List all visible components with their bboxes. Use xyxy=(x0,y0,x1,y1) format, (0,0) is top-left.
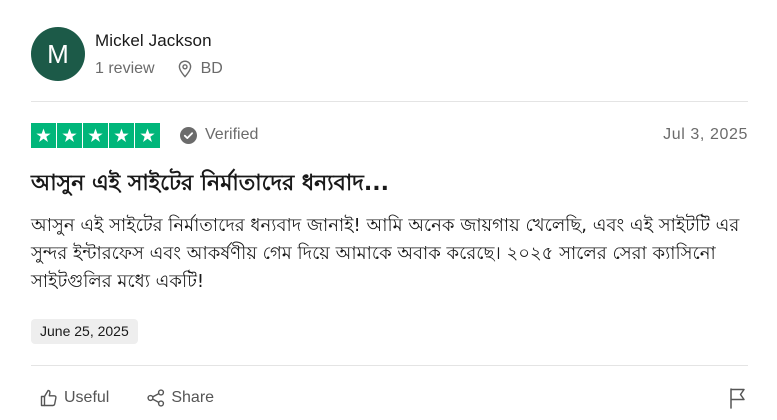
verified-check-icon xyxy=(180,126,197,144)
star-icon xyxy=(135,122,160,148)
star-rating xyxy=(31,122,160,148)
star-icon xyxy=(57,122,82,148)
thumbs-up-icon xyxy=(39,388,59,408)
reviewer-country: BD xyxy=(200,59,223,77)
share-icon xyxy=(146,388,166,408)
reviewer-meta: 1 review BD xyxy=(95,60,223,78)
star-icon xyxy=(83,122,108,148)
review-date: Jul 3, 2025 xyxy=(663,126,748,143)
useful-button[interactable]: Useful xyxy=(31,388,109,408)
review-title[interactable]: আসুন এই সাইটের নির্মাতাদের ধন্যবাদ... xyxy=(31,166,748,203)
star-icon xyxy=(31,122,56,148)
share-label: Share xyxy=(171,389,215,406)
share-button[interactable]: Share xyxy=(138,388,214,408)
location-pin-icon xyxy=(177,59,193,78)
verified-label: Verified xyxy=(205,126,259,143)
reviewer-name[interactable]: Mickel Jackson xyxy=(95,31,223,51)
rating-row: Verified Jul 3, 2025 xyxy=(31,122,748,148)
review-count: 1 review xyxy=(95,59,155,77)
star-icon xyxy=(109,122,134,148)
review-body: আসুন এই সাইটের নির্মাতাদের ধন্যবাদ জানাই… xyxy=(31,215,740,292)
report-flag-icon[interactable] xyxy=(728,387,748,409)
verified-badge[interactable]: Verified xyxy=(180,126,258,144)
useful-label: Useful xyxy=(64,389,110,406)
header-divider xyxy=(31,101,748,102)
reviewer-header: M Mickel Jackson 1 review BD xyxy=(31,26,223,82)
avatar[interactable]: M xyxy=(31,27,85,81)
footer-divider xyxy=(31,365,748,366)
experience-date-badge: June 25, 2025 xyxy=(31,319,138,344)
reviewer-info: Mickel Jackson 1 review BD xyxy=(95,31,223,78)
review-card: M Mickel Jackson 1 review BD Verified Ju… xyxy=(31,0,748,420)
review-actions: Useful Share xyxy=(31,386,748,410)
